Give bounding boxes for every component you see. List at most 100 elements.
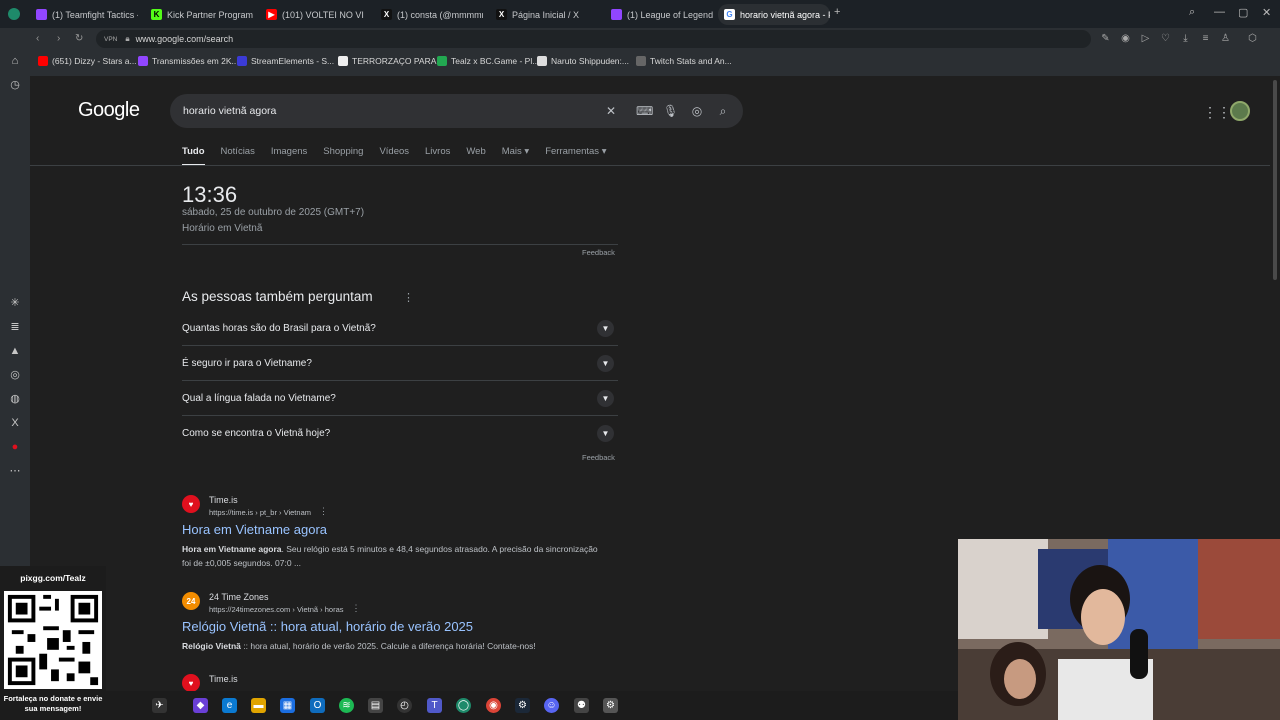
bookmark-1[interactable]: Transmissões em 2K... <box>138 56 239 66</box>
result-title-link[interactable]: Hora em Vietname agora <box>182 522 327 537</box>
reload-icon[interactable]: ↻ <box>75 33 83 44</box>
tab-noticias[interactable]: Notícias <box>221 146 255 166</box>
result-menu-icon[interactable]: ⋮ <box>352 603 361 614</box>
app-icon[interactable]: ⚉ <box>574 698 589 713</box>
result-title-link[interactable]: Relógio Vietnã :: hora atual, horário de… <box>182 619 473 634</box>
triangle-icon[interactable]: ▲ <box>8 344 22 358</box>
outlook-icon[interactable]: O <box>310 698 325 713</box>
bookmark-0[interactable]: (651) Dizzy - Stars a... <box>38 56 137 66</box>
search-input[interactable]: horario vietnã agora <box>183 105 276 117</box>
home-icon[interactable]: ⌂ <box>8 54 22 68</box>
tab-0[interactable]: (1) Teamfight Tactics - Tv <box>30 4 138 25</box>
paa-question[interactable]: Quantas horas são do Brasil para o Vietn… <box>182 311 618 346</box>
tab-ferramentas[interactable]: Ferramentas ▾ <box>545 146 606 166</box>
stack-icon[interactable]: ≣ <box>8 320 22 334</box>
history-icon[interactable]: ◷ <box>8 78 22 92</box>
lens-icon[interactable]: ◎ <box>690 104 704 118</box>
new-tab-icon[interactable]: + <box>834 6 840 18</box>
teams-icon[interactable]: T <box>427 698 442 713</box>
back-icon[interactable]: ‹ <box>36 33 39 44</box>
tab-shopping[interactable]: Shopping <box>323 146 363 166</box>
youtube-icon[interactable]: ● <box>8 440 22 454</box>
tabs-divider <box>30 165 1270 166</box>
discord-icon[interactable]: ☺ <box>544 698 559 713</box>
lock-icon[interactable]: 🔒︎ <box>125 34 129 44</box>
forward-icon[interactable]: › <box>57 33 60 44</box>
tab-6-active[interactable]: Ghorario vietnã agora - Pe <box>718 4 830 25</box>
result-source[interactable]: ♥ Time.is https://time.is › pt_br › Vietn… <box>182 495 328 517</box>
clock-app-icon[interactable]: ◴ <box>397 698 412 713</box>
bookmark-6[interactable]: Twitch Stats and An... <box>636 56 732 66</box>
scrollbar-thumb[interactable] <box>1273 80 1277 280</box>
tab-3[interactable]: X (1) consta (@mmmmm <box>375 4 483 25</box>
search-tabs-icon[interactable]: ⌕ <box>1189 6 1195 19</box>
pix-label: pixgg.com/Tealz <box>20 573 86 583</box>
clear-icon[interactable]: ✕ <box>604 104 618 118</box>
tab-tudo[interactable]: Tudo <box>182 146 205 166</box>
search-box[interactable]: horario vietnã agora ✕ ⌨ 🎙︎ ◎ ⌕ <box>170 94 743 128</box>
edit-icon[interactable]: ✎ <box>1100 33 1111 44</box>
tab-5[interactable]: (1) League of Legends: V <box>605 4 713 25</box>
settings-icon[interactable]: ⚙ <box>603 698 618 713</box>
chevron-down-icon[interactable]: ▼ <box>597 425 614 442</box>
download-icon[interactable]: ⤓ <box>1180 33 1191 44</box>
paa-question[interactable]: Como se encontra o Vietnã hoje? ▼ <box>182 416 618 451</box>
browser-icon[interactable]: ◯ <box>456 698 471 713</box>
profile-icon[interactable]: ♙ <box>1220 33 1231 44</box>
google-logo[interactable]: Google <box>78 99 140 122</box>
paa-question[interactable]: Qual a língua falada no Vietname? ▼ <box>182 381 618 416</box>
chevron-down-icon[interactable]: ▼ <box>597 390 614 407</box>
menu-icon[interactable]: ≡ <box>1200 33 1211 44</box>
play-icon[interactable]: ▷ <box>1140 33 1151 44</box>
address-bar[interactable]: VPN 🔒︎ www.google.com/search <box>96 30 1091 48</box>
tab-livros[interactable]: Livros <box>425 146 450 166</box>
bookmark-5[interactable]: Naruto Shippuden:... <box>537 56 629 66</box>
spotify-icon[interactable]: ≋ <box>339 698 354 713</box>
paa-question[interactable]: É seguro ir para o Vietname? ▼ <box>182 346 618 381</box>
tab-videos[interactable]: Vídeos <box>379 146 409 166</box>
store-icon[interactable]: ▦ <box>280 698 295 713</box>
chrome-icon[interactable]: ◉ <box>486 698 501 713</box>
folder-icon[interactable]: ▬ <box>251 698 266 713</box>
bookmark-2[interactable]: StreamElements - S... <box>237 56 334 66</box>
app-icon[interactable]: ▤ <box>368 698 383 713</box>
whatsapp-icon[interactable]: ◍ <box>8 392 22 406</box>
url-text[interactable]: www.google.com/search <box>136 34 234 44</box>
app-icon[interactable]: ✈ <box>152 698 167 713</box>
paa-menu-icon[interactable]: ⋮ <box>403 291 414 304</box>
steam-icon[interactable]: ⚙ <box>515 698 530 713</box>
messenger-icon[interactable]: ◎ <box>8 368 22 382</box>
result-source[interactable]: ♥ Time.is <box>182 674 238 691</box>
mic-icon[interactable]: 🎙︎ <box>663 104 678 118</box>
tab-web[interactable]: Web <box>466 146 485 166</box>
camera-icon[interactable]: ◉ <box>1120 33 1131 44</box>
x-icon[interactable]: X <box>8 416 22 430</box>
tab-1[interactable]: KKick Partner Program - K <box>145 4 253 25</box>
search-icon[interactable]: ⌕ <box>716 104 730 118</box>
tab-2[interactable]: ▶(101) VOLTEI NO VI✕ <box>260 4 368 25</box>
more-icon[interactable]: ⋯ <box>8 464 22 478</box>
ai-icon[interactable]: ✳ <box>8 296 22 310</box>
result-menu-icon[interactable]: ⋮ <box>319 506 328 517</box>
keyboard-icon[interactable]: ⌨ <box>636 104 653 118</box>
tab-4[interactable]: X Página Inicial / X <box>490 4 598 25</box>
heart-icon[interactable]: ♡ <box>1160 33 1171 44</box>
chevron-down-icon[interactable]: ▼ <box>597 355 614 372</box>
feedback-link[interactable]: Feedback <box>582 453 615 462</box>
maximize-icon[interactable]: ▢ <box>1238 6 1248 19</box>
edge-icon[interactable]: e <box>222 698 237 713</box>
bookmark-3[interactable]: TERRORZAÇO PARA... <box>338 56 443 66</box>
avatar[interactable] <box>1230 101 1250 121</box>
minimize-icon[interactable]: — <box>1214 6 1225 18</box>
copilot-icon[interactable]: ◆ <box>193 698 208 713</box>
feedback-link[interactable]: Feedback <box>582 248 615 257</box>
bookmark-4[interactable]: Tealz x BC.Game - Pl... <box>437 56 539 66</box>
tab-imagens[interactable]: Imagens <box>271 146 307 166</box>
tab-mais[interactable]: Mais ▾ <box>502 146 529 166</box>
vpn-badge[interactable]: VPN <box>104 36 117 43</box>
result-source[interactable]: 24 24 Time Zones https://24timezones.com … <box>182 592 361 614</box>
close-tab-icon[interactable]: ✕ <box>364 9 369 20</box>
close-window-icon[interactable]: ✕ <box>1262 6 1271 19</box>
chevron-down-icon[interactable]: ▼ <box>597 320 614 337</box>
extensions-icon[interactable]: ⬡ <box>1247 33 1258 44</box>
